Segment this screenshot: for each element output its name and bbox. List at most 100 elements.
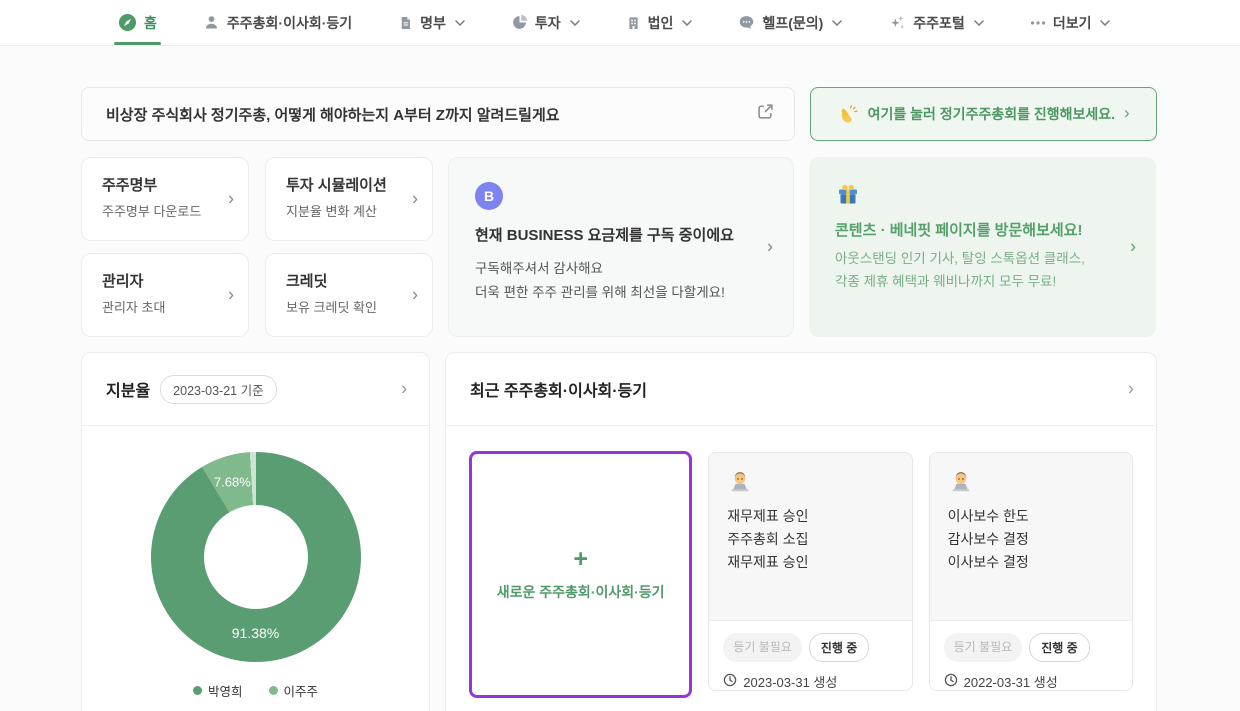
meeting-item-card[interactable]: 이사보수 한도 감사보수 결정 이사보수 결정 등기 불필요 진행 중 [929,452,1133,691]
cta-banner-text: 여기를 눌러 정기주주총회를 진행해보세요. [868,104,1115,124]
clock-icon [944,673,958,690]
clapping-hands-icon [838,104,859,125]
plus-icon: + [573,547,588,572]
quick-card-subtitle: 관리자 초대 [102,297,234,316]
new-meeting-label: 새로운 주주총회·이사회·등기 [497,582,665,602]
recent-meetings-card: 최근 주주총회·이사회·등기 › + 새로운 주주총회·이사회·등기 재무제표 … [445,352,1157,711]
status-badge: 진행 중 [1029,633,1089,662]
nav-label: 명부 [420,13,446,33]
nav-item-register[interactable]: 명부 [398,0,465,45]
agenda-line: 재무제표 승인 [727,551,893,574]
notice-banner[interactable]: 비상장 주식회사 정기주총, 어떻게 해야하는지 A부터 Z까지 알려드릴게요 [81,87,795,141]
chevron-right-icon: › [767,237,773,258]
quick-card-admin[interactable]: 관리자 관리자 초대 › [81,253,249,337]
created-date: 2023-03-31 생성 [743,672,837,691]
quick-card-title: 투자 시뮬레이션 [286,174,418,195]
chat-bubble-icon [738,14,755,31]
registration-badge: 등기 불필요 [723,633,802,662]
legend-label: 박영희 [208,681,243,700]
nav-label: 투자 [535,13,561,33]
chevron-down-icon [1100,20,1110,26]
nav-item-home[interactable]: 홈 [118,0,157,45]
quick-card-shareholder-list[interactable]: 주주명부 주주명부 다운로드 › [81,157,249,241]
chevron-right-icon: › [228,189,234,210]
legend-dot [269,686,278,695]
nav-item-corporation[interactable]: 법인 [626,0,693,45]
agenda-line: 이사보수 한도 [948,505,1114,528]
person-icon [203,14,220,31]
ownership-donut: 7.68% 91.38% [151,452,361,662]
nav-label: 주주포털 [913,13,965,33]
chevron-right-icon: › [412,189,418,210]
ownership-donut-chart: 7.68% 91.38% [151,452,361,662]
benefit-card-title: 콘텐츠 · 베네핏 페이지를 방문해보세요! [835,219,1130,240]
home-compass-icon [118,13,137,32]
benefit-card-line1: 아웃스탠딩 인기 기사, 탈잉 스톡옵션 클래스, [835,248,1130,271]
chevron-down-icon [682,20,692,26]
quick-card-title: 주주명부 [102,174,234,195]
nav-item-shareholder-portal[interactable]: 주주포털 [888,0,984,45]
nav-label: 법인 [648,13,674,33]
ownership-date-badge: 2023-03-21 기준 [160,375,276,404]
quick-card-investment-simulation[interactable]: 투자 시뮬레이션 지분율 변화 계산 › [265,157,433,241]
plan-card-line1: 구독해주셔서 감사해요 [475,257,767,281]
document-icon [398,15,413,31]
building-icon [626,15,641,31]
clock-icon [723,673,737,690]
top-navigation: 홈 주주총회·이사회·등기 명부 투자 법인 [0,0,1240,46]
main-content: 비상장 주식회사 정기주총, 어떻게 해야하는지 A부터 Z까지 알려드릴게요 … [0,46,1240,711]
plan-card-title: 현재 BUSINESS 요금제를 구독 중이에요 [475,224,767,245]
nav-item-meetings[interactable]: 주주총회·이사회·등기 [203,0,352,45]
chevron-right-icon: › [412,285,418,306]
chevron-down-icon [570,20,580,26]
donut-legend: 박영희 이주주 [82,681,429,700]
nav-item-more[interactable]: 더보기 [1030,0,1111,45]
legend-dot [193,686,202,695]
nav-label: 홈 [144,13,157,33]
pie-chart-icon [511,14,528,31]
chevron-right-icon: › [1124,103,1130,123]
external-link-icon[interactable] [757,103,774,125]
nav-label: 주주총회·이사회·등기 [227,13,352,33]
agenda-line: 주주총회 소집 [727,528,893,551]
legend-item: 박영희 [193,681,243,700]
chevron-right-icon[interactable]: › [1128,379,1134,400]
benefit-card-line2: 각종 제휴 혜택과 웨비나까지 모두 무료! [835,271,1130,294]
subscription-plan-card[interactable]: B 현재 BUSINESS 요금제를 구독 중이에요 구독해주셔서 감사해요 더… [448,157,794,337]
quick-actions-grid: 주주명부 주주명부 다운로드 › 투자 시뮬레이션 지분율 변화 계산 › 관리… [81,157,433,337]
technologist-icon [948,469,1114,495]
legend-item: 이주주 [269,681,319,700]
recent-card-title: 최근 주주총회·이사회·등기 [470,377,647,401]
chevron-down-icon [455,20,465,26]
nav-label: 헬프(문의) [762,13,823,33]
quick-card-subtitle: 주주명부 다운로드 [102,201,234,220]
technologist-icon [727,469,893,495]
chevron-down-icon [832,20,842,26]
plan-card-line2: 더욱 편한 주주 관리를 위해 최선을 다할게요! [475,281,767,305]
notice-banner-text: 비상장 주식회사 정기주총, 어떻게 해야하는지 A부터 Z까지 알려드릴게요 [106,104,757,125]
ownership-ratio-card: 지분율 2023-03-21 기준 › 7.68% 91.38% 박영희 이 [81,352,430,711]
legend-label: 이주주 [284,681,319,700]
chevron-right-icon[interactable]: › [401,379,407,400]
quick-card-subtitle: 보유 크레딧 확인 [286,297,418,316]
agenda-line: 감사보수 결정 [948,528,1114,551]
chevron-right-icon: › [228,285,234,306]
nav-item-help[interactable]: 헬프(문의) [738,0,842,45]
benefit-content-card[interactable]: 콘텐츠 · 베네핏 페이지를 방문해보세요! 아웃스탠딩 인기 기사, 탈잉 스… [809,157,1156,337]
new-meeting-button[interactable]: + 새로운 주주총회·이사회·등기 [469,451,692,698]
donut-label-minor: 7.68% [214,475,251,490]
sparkles-icon [888,14,906,32]
nav-label: 더보기 [1053,13,1092,33]
chevron-down-icon [974,20,984,26]
agenda-line: 재무제표 승인 [727,505,893,528]
quick-card-subtitle: 지분율 변화 계산 [286,201,418,220]
nav-item-investment[interactable]: 투자 [511,0,580,45]
donut-hole [204,505,308,609]
ownership-card-title: 지분율 [106,377,150,401]
plan-badge-icon: B [475,182,503,210]
quick-card-credit[interactable]: 크레딧 보유 크레딧 확인 › [265,253,433,337]
donut-label-major: 91.38% [232,625,279,641]
meeting-item-card[interactable]: 재무제표 승인 주주총회 소집 재무제표 승인 등기 불필요 진행 중 [708,452,912,691]
cta-regular-meeting-banner[interactable]: 여기를 눌러 정기주주총회를 진행해보세요. › [810,87,1157,141]
gift-icon [835,181,1130,207]
